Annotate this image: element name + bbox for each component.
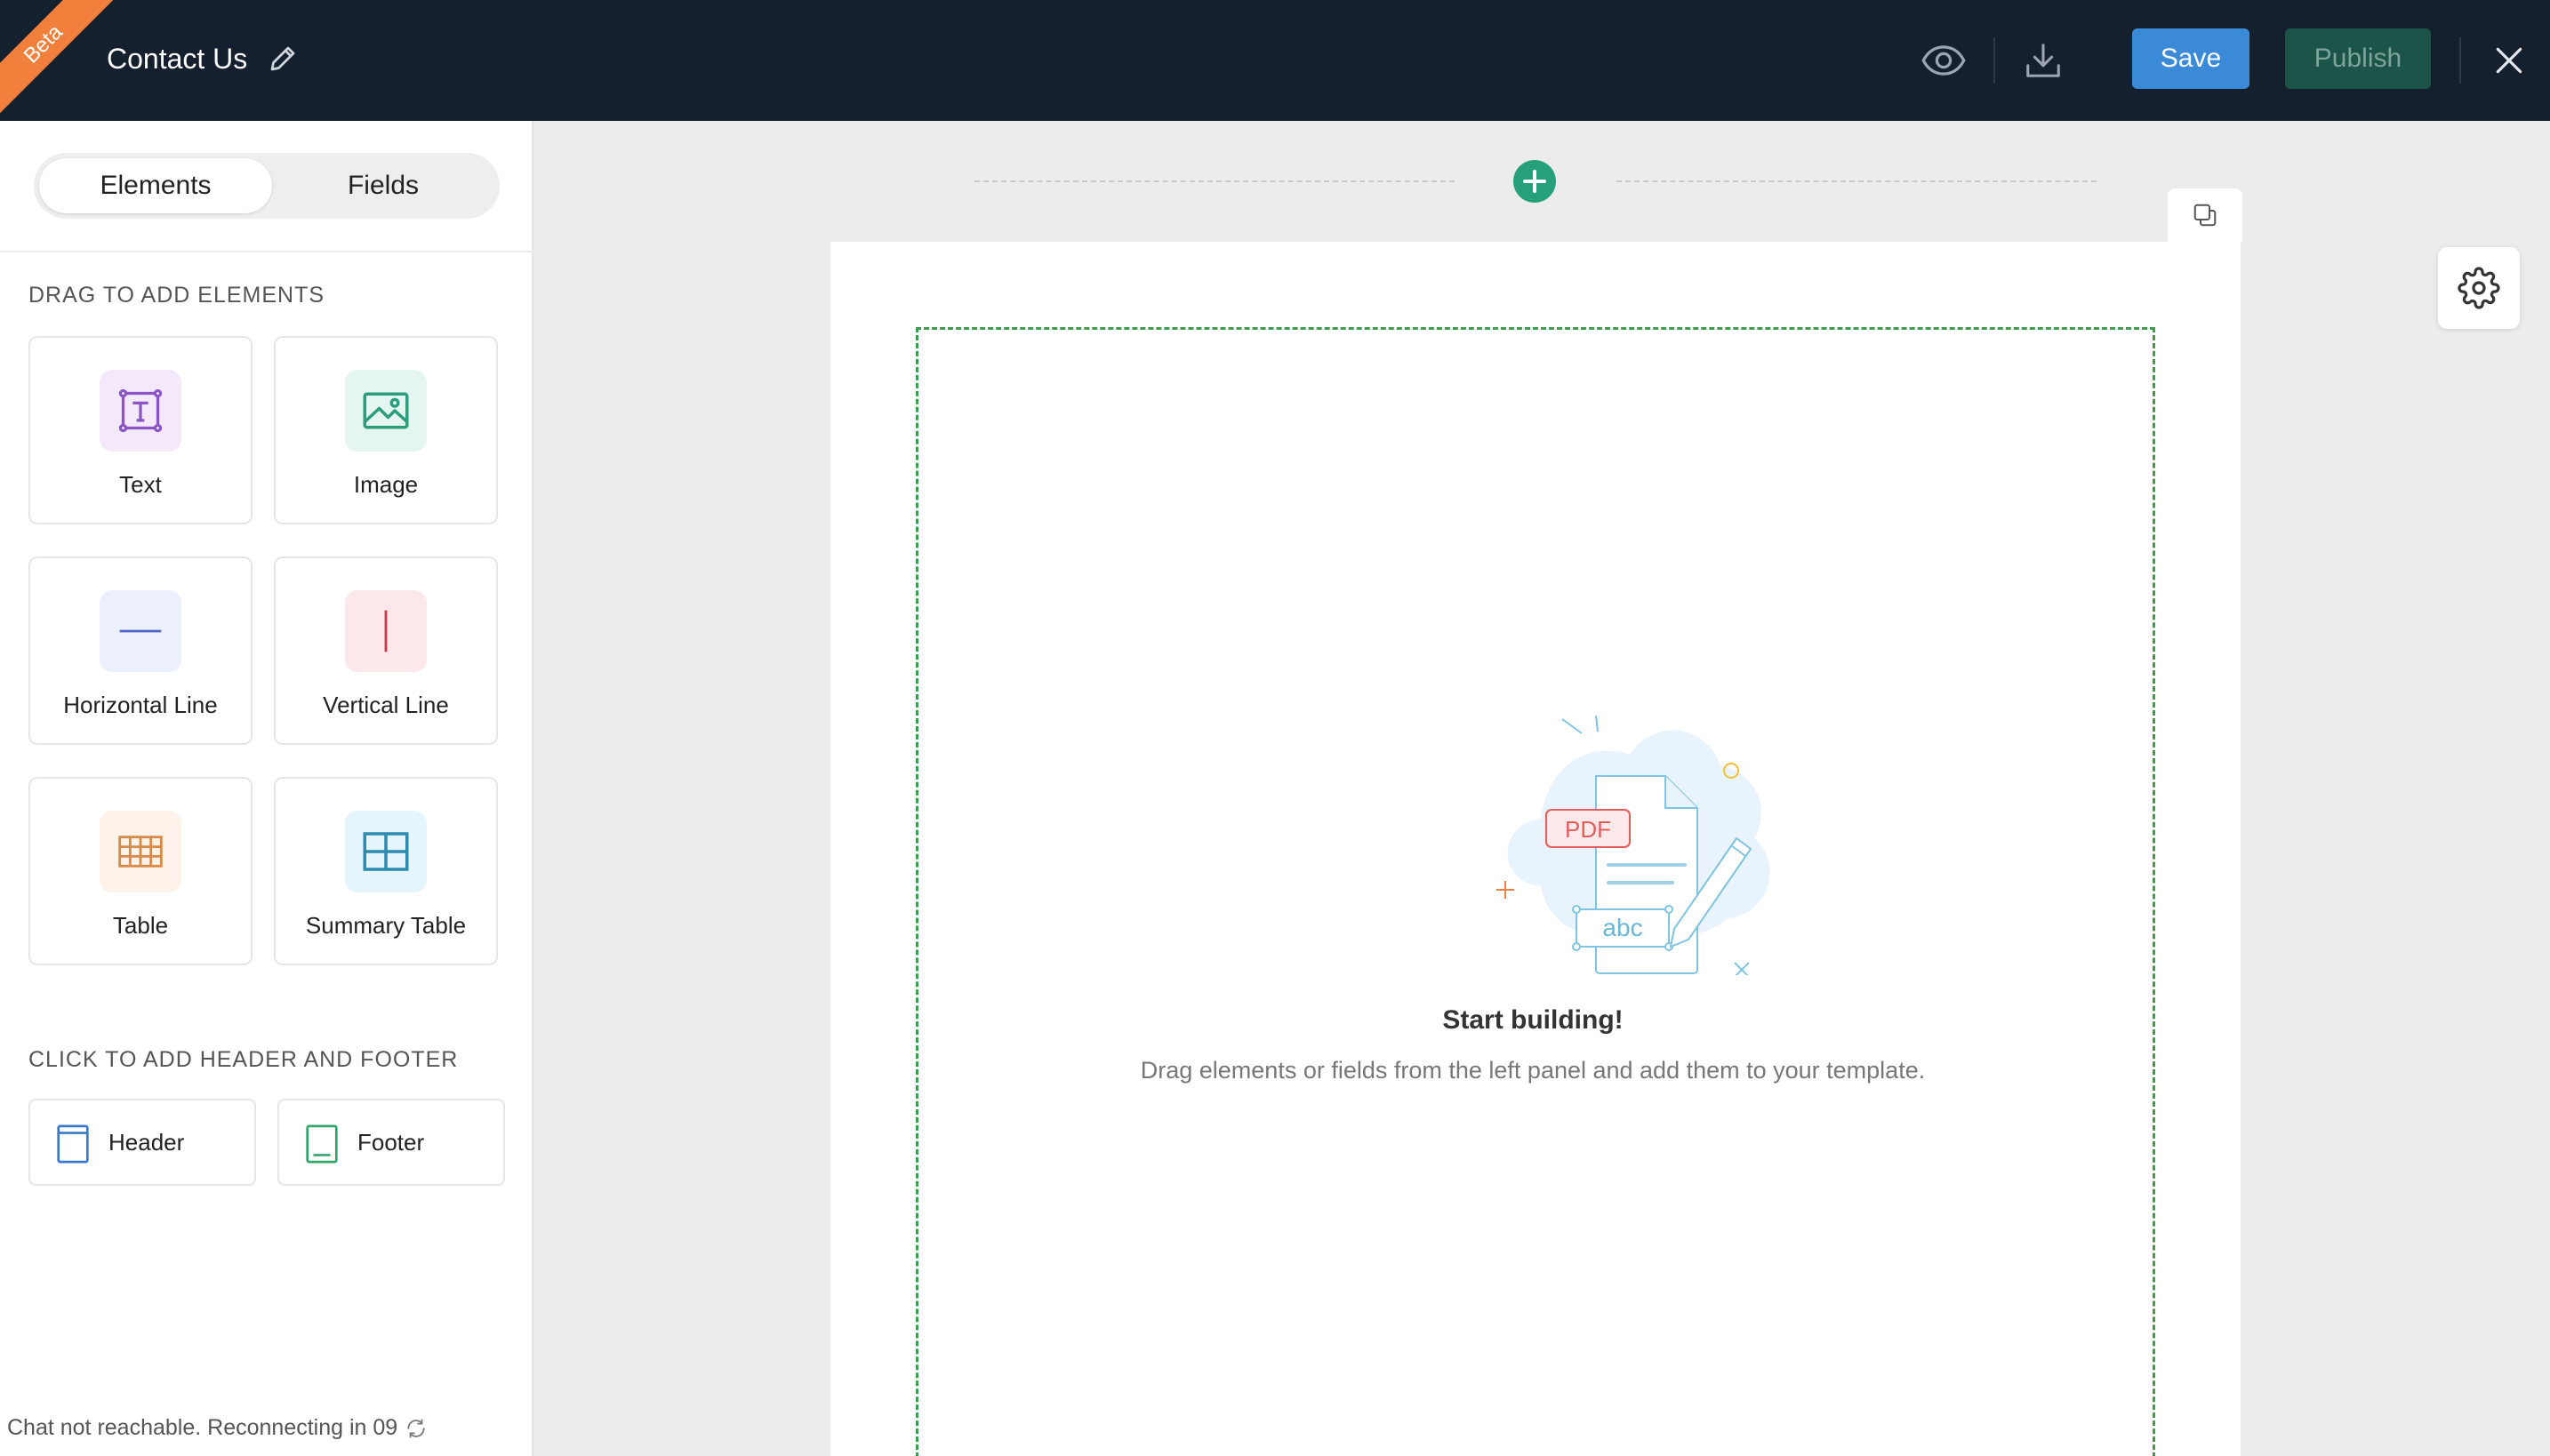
download-icon (2026, 44, 2060, 77)
chat-status: Chat not reachable. Reconnecting in 09 (7, 1415, 428, 1441)
section-divider-line (974, 180, 1455, 182)
tab-elements[interactable]: Elements (39, 158, 272, 213)
publish-button[interactable]: Publish (2285, 28, 2431, 89)
save-button[interactable]: Save (2132, 28, 2249, 89)
text-box-icon (100, 370, 181, 452)
eye-icon (1921, 45, 1966, 76)
duplicate-page-button[interactable] (2168, 188, 2242, 242)
settings-button[interactable] (2438, 247, 2520, 329)
image-icon (345, 370, 427, 452)
document-title: Contact Us (107, 43, 248, 75)
element-label: Table (112, 912, 169, 939)
element-tile-vertical-line[interactable]: Vertical Line (274, 556, 498, 745)
add-header-button[interactable]: Header (28, 1099, 256, 1186)
element-tile-text[interactable]: Text (28, 336, 253, 524)
refresh-icon[interactable] (405, 1417, 428, 1440)
preview-button[interactable] (1919, 36, 1969, 85)
footer-icon (306, 1124, 338, 1164)
close-icon (2496, 47, 2522, 74)
toolbar-separator (1993, 37, 1995, 84)
beta-badge: Beta (0, 0, 121, 121)
table-icon (100, 811, 181, 892)
summary-table-icon (345, 811, 427, 892)
chat-status-text: Chat not reachable. Reconnecting in 09 (7, 1415, 398, 1440)
document-illustration: PDF abc (1496, 715, 1770, 975)
drop-zone[interactable]: PDF abc Start building! Drag elements or… (916, 327, 2155, 1456)
header-footer-section-label: CLICK TO ADD HEADER AND FOOTER (28, 1047, 459, 1072)
element-tile-image[interactable]: Image (274, 336, 498, 524)
footer-label: Footer (357, 1129, 425, 1156)
download-button[interactable] (2018, 36, 2068, 85)
element-label: Vertical Line (323, 692, 449, 718)
add-footer-button[interactable]: Footer (277, 1099, 505, 1186)
empty-state-subtitle: Drag elements or fields from the left pa… (1140, 1057, 1926, 1084)
horizontal-line-icon (100, 590, 181, 672)
element-label: Summary Table (305, 912, 467, 939)
panel-tab-switch: Elements Fields (34, 153, 500, 219)
panel-divider (0, 251, 533, 252)
pdf-label: PDF (1565, 816, 1611, 843)
add-section-button[interactable] (1513, 160, 1556, 203)
left-panel: Elements Fields DRAG TO ADD ELEMENTS Tex… (0, 121, 533, 1456)
close-button[interactable] (2484, 36, 2534, 85)
header-icon (57, 1124, 89, 1164)
drag-section-label: DRAG TO ADD ELEMENTS (28, 283, 325, 308)
gear-icon (2458, 267, 2500, 309)
tab-fields[interactable]: Fields (272, 158, 494, 213)
element-label: Horizontal Line (63, 692, 218, 718)
element-tile-table[interactable]: Table (28, 777, 253, 965)
abc-label: abc (1602, 914, 1642, 941)
beta-label: Beta (0, 0, 121, 121)
element-tile-summary-table[interactable]: Summary Table (274, 777, 498, 965)
vertical-line-icon (345, 590, 427, 672)
template-page: PDF abc Start building! Drag elements or… (830, 242, 2241, 1456)
element-label: Image (353, 471, 419, 498)
pencil-icon[interactable] (267, 43, 299, 75)
plus-icon (1523, 170, 1546, 193)
empty-state-title: Start building! (1442, 1005, 1624, 1035)
toolbar-separator (2459, 37, 2461, 84)
element-tile-horizontal-line[interactable]: Horizontal Line (28, 556, 253, 745)
element-label: Text (119, 471, 162, 498)
header-label: Header (108, 1129, 185, 1156)
copy-icon (2193, 204, 2217, 227)
section-divider-line (1616, 180, 2097, 182)
top-bar: Beta Contact Us Save Publish (0, 0, 2550, 121)
